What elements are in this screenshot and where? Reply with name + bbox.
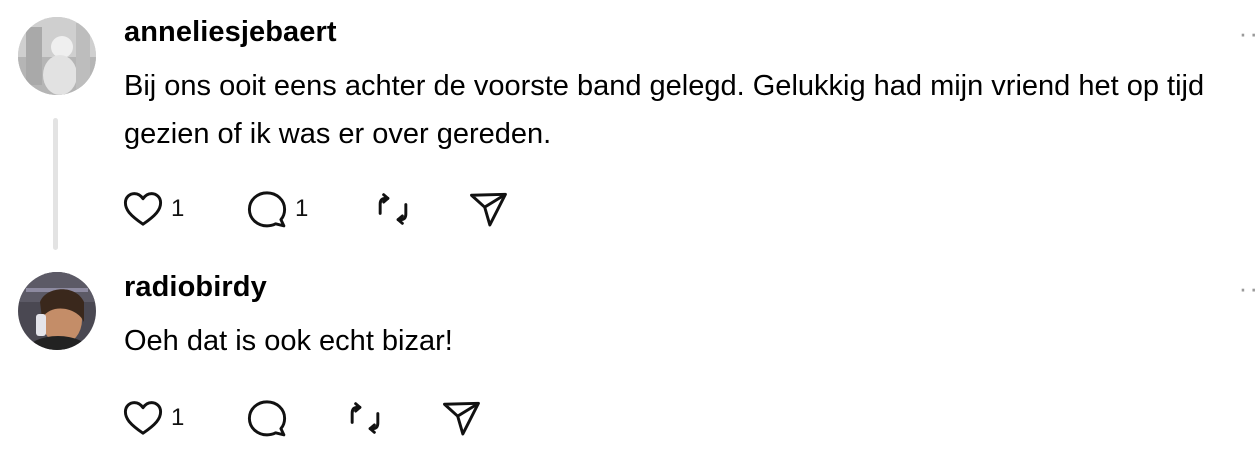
comment-text: Bij ons ooit eens achter de voorste band… bbox=[124, 70, 1205, 150]
share-button[interactable] bbox=[439, 396, 483, 440]
avatar[interactable] bbox=[18, 272, 96, 350]
more-options-button[interactable]: ·· bbox=[1239, 275, 1260, 301]
reply-button[interactable] bbox=[245, 396, 289, 440]
comment-icon bbox=[247, 400, 287, 437]
comment-item: anneliesjebaert ·· Bij ons ooit eens ach… bbox=[0, 0, 1260, 255]
like-button[interactable]: 1 bbox=[121, 396, 184, 440]
repost-icon bbox=[378, 193, 408, 225]
like-button[interactable]: 1 bbox=[121, 187, 184, 231]
repost-button[interactable] bbox=[343, 396, 387, 440]
comment-icon bbox=[247, 191, 287, 228]
comment-item: radiobirdy ·· Oeh dat is ook echt bizar!… bbox=[0, 255, 1260, 460]
send-icon bbox=[443, 401, 480, 436]
like-count: 1 bbox=[171, 195, 185, 222]
username[interactable]: anneliesjebaert bbox=[124, 16, 337, 49]
avatar[interactable] bbox=[18, 17, 96, 95]
share-button[interactable] bbox=[466, 187, 510, 231]
reply-button[interactable]: 1 bbox=[245, 187, 308, 231]
comment-text: Oeh dat is ook echt bizar! bbox=[124, 325, 453, 357]
thread-line bbox=[53, 118, 58, 250]
username[interactable]: radiobirdy bbox=[124, 271, 267, 304]
repost-icon bbox=[350, 402, 380, 434]
heart-icon bbox=[123, 192, 163, 226]
send-icon bbox=[470, 192, 507, 227]
reply-count: 1 bbox=[295, 195, 309, 222]
like-count: 1 bbox=[171, 404, 185, 431]
more-options-button[interactable]: ·· bbox=[1239, 20, 1260, 46]
repost-button[interactable] bbox=[371, 187, 415, 231]
heart-icon bbox=[123, 401, 163, 435]
